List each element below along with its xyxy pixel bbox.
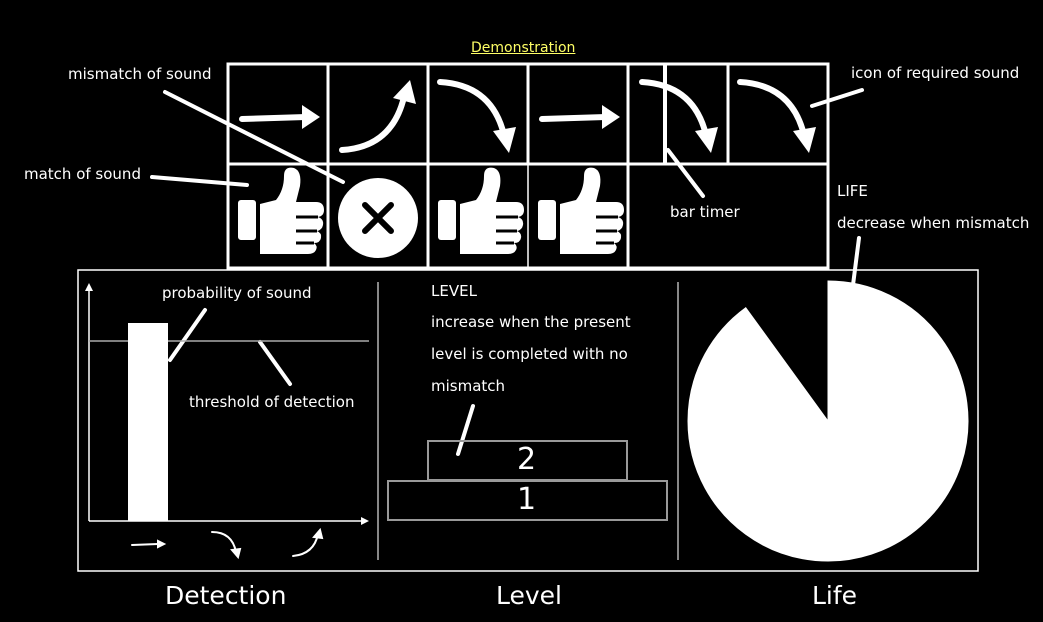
level-number-1: 1 [517, 482, 537, 517]
level-description-line: level is completed with no [431, 345, 628, 363]
icon-required-annotation: icon of required sound [851, 64, 1020, 82]
probability-bar [128, 323, 168, 521]
level-title: LEVEL [431, 282, 477, 300]
level-number-2: 2 [517, 442, 537, 477]
diagram-canvas [77, 62, 979, 572]
mismatch-annotation: mismatch of sound [68, 65, 212, 83]
mismatch-x-icon [338, 178, 418, 258]
life-description: decrease when mismatch [837, 214, 1030, 232]
level-description-line: increase when the present [431, 313, 631, 331]
arrow-right-icon [242, 105, 320, 129]
arrow-right-icon [542, 105, 620, 129]
thumbs-up-icon [436, 166, 526, 256]
panel-title-life: Life [812, 581, 858, 610]
arrow-curve-down-icon [642, 82, 718, 153]
life-title: LIFE [837, 182, 868, 200]
level-description-line: mismatch [431, 377, 506, 395]
thumbs-up-icon [536, 166, 626, 256]
thumbs-up-icon [236, 166, 326, 256]
match-annotation: match of sound [24, 165, 141, 183]
axis-sound-icons [131, 527, 324, 560]
arrow-curve-down-icon [440, 82, 516, 153]
arrow-curve-down-icon [740, 82, 816, 153]
threshold-annotation: threshold of detection [189, 393, 355, 411]
panel-title-level: Level [496, 581, 562, 610]
panel-title-detection: Detection [165, 581, 287, 610]
bar-timer-annotation: bar timer [670, 203, 740, 221]
demonstration-label: Demonstration [471, 40, 576, 56]
arrow-curve-up-icon [342, 80, 416, 150]
life-pie [687, 280, 969, 562]
probability-annotation: probability of sound [162, 284, 312, 302]
